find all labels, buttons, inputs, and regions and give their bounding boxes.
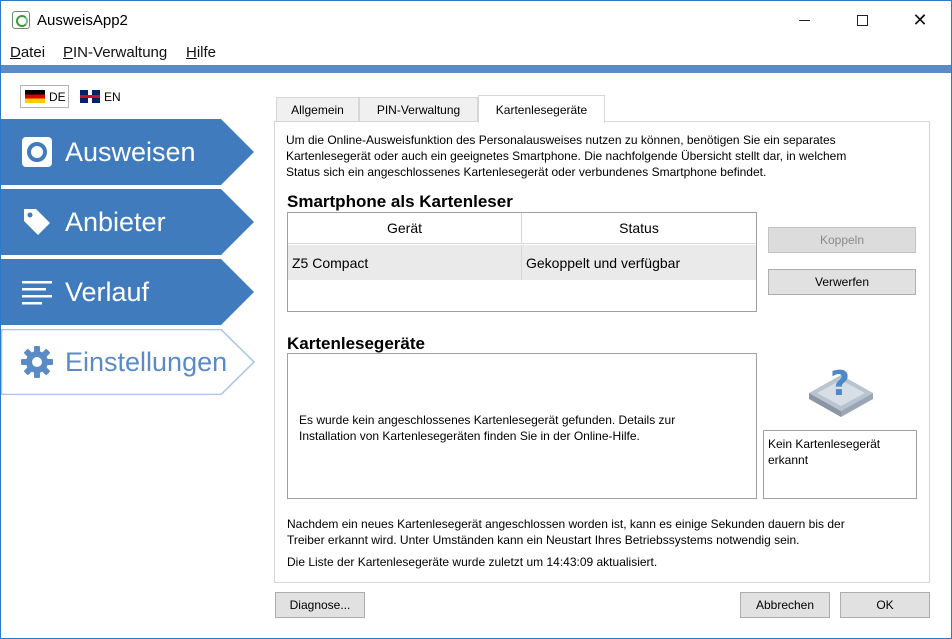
tab-label: PIN-Verwaltung (376, 102, 461, 117)
title-bar: AusweisApp2 ✕ (1, 1, 951, 39)
sidebar-item-verlauf[interactable]: Verlauf (1, 259, 255, 325)
sidebar-item-anbieter[interactable]: Anbieter (1, 189, 255, 255)
reader-note: Nachdem ein neues Kartenlesegerät angesc… (287, 517, 845, 547)
language-en-label: EN (104, 89, 121, 104)
sidebar-item-label: Einstellungen (65, 346, 228, 377)
tab-label: Allgemein (291, 102, 344, 117)
sidebar-item-ausweisen[interactable]: Ausweisen (1, 119, 255, 185)
column-header-device[interactable]: Gerät (288, 213, 522, 244)
unknown-reader-icon: ? (809, 364, 873, 417)
maximize-icon (856, 14, 868, 26)
flag-uk-icon (80, 90, 100, 103)
menu-bar: Datei PIN-Verwaltung Hilfe (1, 39, 951, 65)
no-reader-message: Es wurde kein angeschlossenes Kartenlese… (299, 413, 676, 443)
ok-button[interactable]: OK (840, 592, 930, 618)
flag-de-icon (25, 90, 45, 103)
reader-status-box: Kein Kartenlesegerät erkannt (763, 430, 917, 499)
language-en-button[interactable]: EN (77, 85, 127, 108)
app-logo-icon (12, 11, 30, 29)
minimize-button[interactable] (775, 1, 833, 39)
pair-button[interactable]: Koppeln (768, 227, 916, 253)
reader-list: Es wurde kein angeschlossenes Kartenlese… (287, 353, 757, 499)
diagnose-button[interactable]: Diagnose... (275, 592, 365, 618)
language-de-button[interactable]: DE (20, 85, 69, 108)
close-icon: ✕ (912, 10, 928, 30)
intro-text: Um die Online-Ausweisfunktion des Person… (286, 133, 847, 179)
list-icon (22, 281, 52, 305)
minimize-icon (798, 19, 810, 21)
cancel-button[interactable]: Abbrechen (740, 592, 830, 618)
gear-icon (21, 346, 53, 378)
readers-section-title: Kartenlesegeräte (287, 334, 425, 353)
discard-button[interactable]: Verwerfen (768, 269, 916, 295)
smartphone-section-title: Smartphone als Kartenleser (287, 192, 513, 211)
cell-status: Gekoppelt und verfügbar (526, 254, 681, 271)
menu-pin-verwaltung[interactable]: PIN-Verwaltung (63, 44, 167, 61)
app-window: AusweisApp2 ✕ Datei PIN-Verwaltung Hilfe… (0, 0, 952, 639)
menu-hilfe[interactable]: Hilfe (186, 44, 216, 61)
column-header-status[interactable]: Status (522, 213, 756, 244)
sidebar-item-einstellungen[interactable]: Einstellungen (1, 329, 255, 395)
tab-pin-verwaltung[interactable]: PIN-Verwaltung (359, 97, 478, 121)
tab-kartenlesegeraete[interactable]: Kartenlesegeräte (478, 95, 605, 123)
id-icon (22, 137, 52, 167)
tag-icon (24, 209, 50, 235)
tab-allgemein[interactable]: Allgemein (276, 97, 359, 121)
language-de-label: DE (49, 89, 66, 104)
sidebar-item-label: Anbieter (65, 206, 166, 237)
sidebar-item-label: Verlauf (65, 276, 150, 307)
window-title: AusweisApp2 (37, 12, 128, 29)
close-button[interactable]: ✕ (891, 1, 949, 39)
sidebar-item-label: Ausweisen (65, 136, 196, 167)
last-updated-text: Die Liste der Kartenlesegeräte wurde zul… (287, 555, 658, 569)
smartphone-table: Gerät Status Z5 Compact Gekoppelt und ve… (287, 212, 757, 312)
cell-device: Z5 Compact (288, 245, 522, 280)
table-row[interactable]: Z5 Compact Gekoppelt und verfügbar (288, 245, 756, 280)
maximize-button[interactable] (833, 1, 891, 39)
tab-label: Kartenlesegeräte (495, 102, 588, 117)
header-accent-bar (1, 65, 951, 73)
svg-text:?: ? (830, 364, 850, 404)
menu-datei[interactable]: Datei (10, 44, 45, 61)
